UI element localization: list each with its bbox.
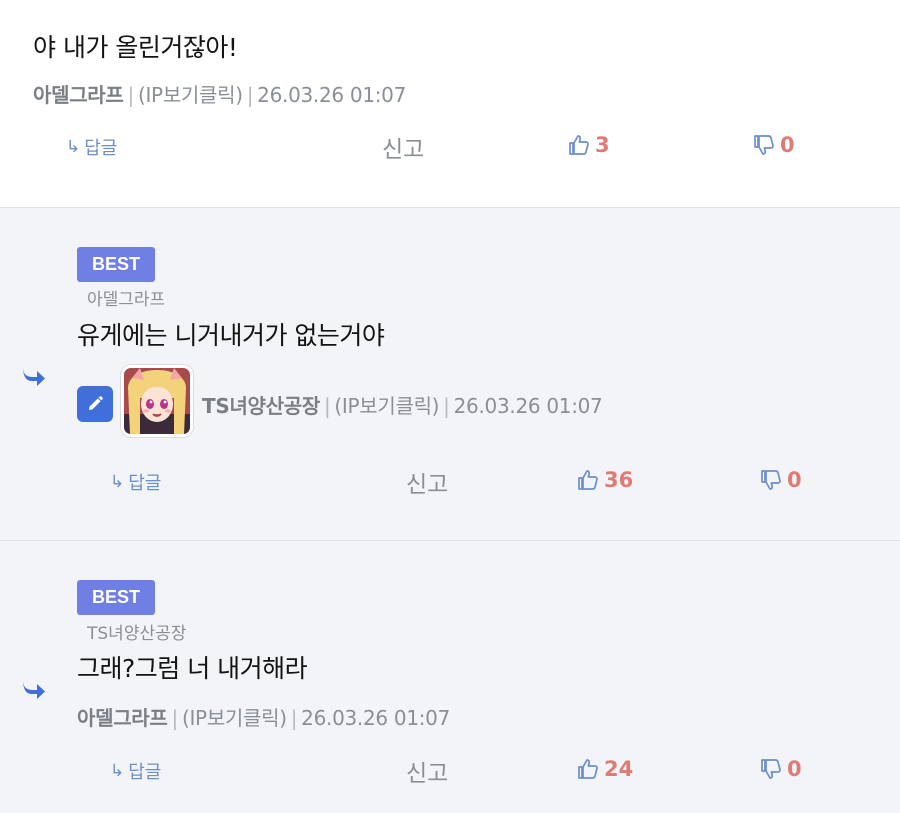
avatar[interactable] [121, 365, 193, 437]
like-button[interactable]: 24 [576, 757, 633, 781]
author-nickname[interactable]: TS녀양산공장 [202, 394, 320, 418]
ip-view-link[interactable]: (IP보기클릭) [334, 394, 439, 418]
thumbs-up-icon [567, 133, 591, 157]
comment-item: BEST TS녀양산공장 그래?그럼 너 내거해라 아델그라프 | (IP보기클릭)… [0, 540, 900, 813]
reply-arrow-icon: ↳ [110, 472, 125, 492]
reply-button[interactable]: ↳ 답글 [110, 758, 161, 784]
comment-content: 그래?그럼 너 내거해라 [77, 654, 308, 683]
thumbs-up-icon [576, 468, 600, 492]
thumbs-up-icon [576, 757, 600, 781]
ip-view-link[interactable]: (IP보기클릭) [138, 83, 243, 107]
comment-content: 유게에는 니거내거가 없는거야 [77, 321, 385, 350]
separator: | [323, 394, 331, 418]
like-button[interactable]: 3 [567, 133, 610, 157]
reply-to-nickname: 아델그라프 [87, 290, 166, 310]
reply-to-nickname: TS녀양산공장 [87, 624, 187, 644]
separator: | [246, 83, 254, 107]
best-badge: BEST [77, 580, 155, 615]
separator: | [290, 706, 298, 730]
reply-label: 답글 [84, 138, 118, 159]
reply-button[interactable]: ↳ 답글 [66, 134, 117, 160]
thumbs-down-icon [759, 757, 783, 781]
dislike-count: 0 [787, 757, 802, 781]
comment-item: 야 내가 올린거잖아! 아델그라프 | (IP보기클릭) | 26.03.26 01:0… [0, 0, 900, 207]
like-count: 36 [604, 468, 634, 492]
like-count: 3 [595, 133, 610, 157]
reply-indicator-icon [20, 365, 46, 387]
reply-button[interactable]: ↳ 답글 [110, 469, 161, 495]
dislike-button[interactable]: 0 [752, 133, 795, 157]
reply-arrow-icon: ↳ [110, 761, 125, 781]
dislike-button[interactable]: 0 [759, 468, 802, 492]
like-count: 24 [604, 757, 634, 781]
separator: | [171, 706, 179, 730]
comment-date: 26.03.26 01:07 [257, 83, 407, 107]
pencil-icon [77, 386, 113, 422]
report-button[interactable]: 신고 [406, 465, 448, 499]
reply-label: 답글 [128, 473, 162, 494]
comment-date: 26.03.26 01:07 [301, 706, 451, 730]
dislike-button[interactable]: 0 [759, 757, 802, 781]
like-button[interactable]: 36 [576, 468, 633, 492]
report-button[interactable]: 신고 [382, 130, 424, 164]
reply-label: 답글 [128, 762, 162, 783]
comment-item: BEST 아델그라프 유게에는 니거내거가 없는거야 TS녀양산공장 | (IP보기… [0, 207, 900, 540]
author-nickname[interactable]: 아델그라프 [77, 706, 168, 730]
thumbs-down-icon [759, 468, 783, 492]
thumbs-down-icon [752, 133, 776, 157]
report-button[interactable]: 신고 [406, 754, 448, 788]
ip-view-link[interactable]: (IP보기클릭) [182, 706, 287, 730]
comment-content: 야 내가 올린거잖아! [33, 33, 238, 62]
author-nickname[interactable]: 아델그라프 [33, 83, 124, 107]
dislike-count: 0 [780, 133, 795, 157]
reply-arrow-icon: ↳ [66, 137, 81, 157]
dislike-count: 0 [787, 468, 802, 492]
comment-meta: 아델그라프 | (IP보기클릭) | 26.03.26 01:07 [33, 79, 406, 108]
comment-meta: TS녀양산공장 | (IP보기클릭) | 26.03.26 01:07 [202, 390, 603, 419]
comment-meta: 아델그라프 | (IP보기클릭) | 26.03.26 01:07 [77, 702, 450, 731]
comment-date: 26.03.26 01:07 [453, 394, 603, 418]
best-badge: BEST [77, 247, 155, 282]
separator: | [127, 83, 135, 107]
reply-indicator-icon [20, 678, 46, 700]
separator: | [443, 394, 450, 418]
